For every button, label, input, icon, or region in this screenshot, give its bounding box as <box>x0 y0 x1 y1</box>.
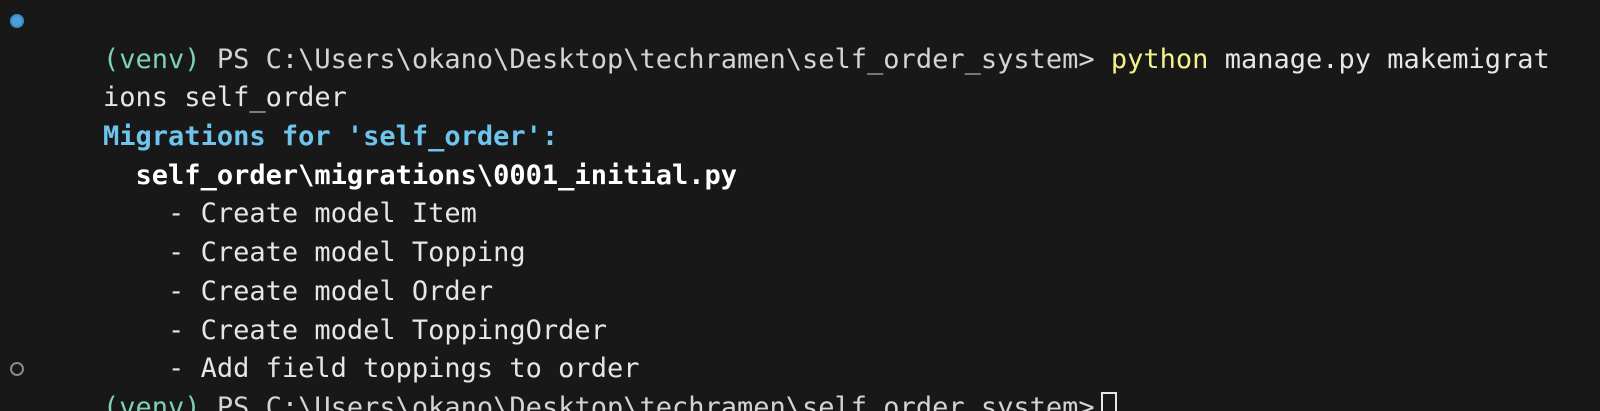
prompt-line-2: (venv) PS C:\Users\okano\Desktop\techram… <box>0 350 1600 411</box>
operation-line: - Create model Topping <box>0 195 1600 268</box>
operation-line: - Add field toppings to order <box>0 312 1600 384</box>
venv-indicator: (venv) <box>103 391 201 411</box>
terminal-cursor[interactable] <box>1100 391 1117 411</box>
command-wrap-line: ions self_order <box>0 41 1600 113</box>
operation-line: - Create model Item <box>0 157 1600 229</box>
command-success-decoration-icon[interactable] <box>10 14 24 28</box>
terminal-panel[interactable]: (venv) PS C:\Users\okano\Desktop\techram… <box>0 0 1600 411</box>
prompt-path: PS C:\Users\okano\Desktop\techramen\self… <box>200 391 1095 411</box>
prompt-line-1: (venv) PS C:\Users\okano\Desktop\techram… <box>0 2 1600 75</box>
operation-line: - Create model ToppingOrder <box>0 273 1600 346</box>
operation-line: - Create model Order <box>0 234 1600 307</box>
migrations-header-line: Migrations for 'self_order': <box>0 79 1600 152</box>
migration-file-line: self_order\migrations\0001_initial.py <box>0 118 1600 191</box>
command-pending-decoration-icon[interactable] <box>10 362 24 377</box>
